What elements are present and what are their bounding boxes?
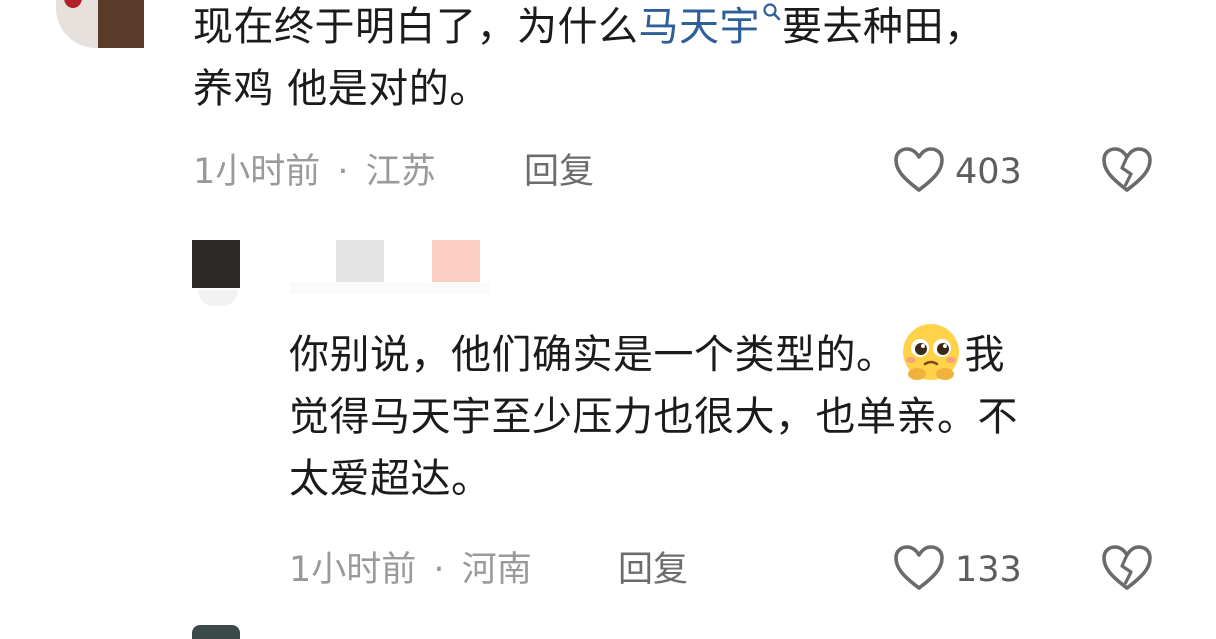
like-icon[interactable] xyxy=(893,544,945,592)
comment-text-segment: 现在终于明白了，为什么 xyxy=(193,4,639,50)
comment-location: 河南 xyxy=(461,550,532,590)
comment-line: 太爱超达。 xyxy=(289,456,492,502)
reply-avatar[interactable] xyxy=(192,240,240,306)
comment-time: 1小时前 xyxy=(289,550,417,590)
comment-location: 江苏 xyxy=(365,152,436,192)
comment-text-segment: 你别说，他们确实是一个类型的。 xyxy=(289,332,897,378)
comment-line: 现在终于明白了，为什么马天宇 要去种田， xyxy=(193,0,1193,58)
meta-separator: · xyxy=(433,550,445,590)
search-icon xyxy=(763,3,781,21)
comment-line: 觉得马天宇至少压力也很大，也单亲。不 xyxy=(289,394,1018,440)
comment-meta: 1小时前 · 江苏 xyxy=(193,152,436,192)
pleading-face-icon xyxy=(902,324,959,380)
comment-time: 1小时前 xyxy=(193,152,321,192)
like-count: 403 xyxy=(955,152,1022,192)
comment-text: 现在终于明白了，为什么马天宇 要去种田， 养鸡 他是对的。 xyxy=(193,0,1193,120)
reply-button[interactable]: 回复 xyxy=(618,550,688,590)
dislike-icon[interactable] xyxy=(1101,544,1153,592)
user-name-placeholder xyxy=(290,282,490,294)
comment-line: 养鸡 他是对的。 xyxy=(193,66,490,112)
search-link[interactable]: 马天宇 xyxy=(638,3,783,50)
comment-text-segment: 要去种田， xyxy=(782,4,985,50)
dislike-icon[interactable] xyxy=(1101,146,1153,194)
like-icon[interactable] xyxy=(893,146,945,194)
user-badge xyxy=(336,240,384,288)
meta-separator: · xyxy=(337,152,349,192)
search-link-label: 马天宇 xyxy=(638,4,760,50)
reply-button[interactable]: 回复 xyxy=(524,152,594,192)
avatar[interactable] xyxy=(56,0,144,48)
comment-meta: 1小时前 · 河南 xyxy=(289,550,532,590)
comment-text: 你别说，他们确实是一个类型的。 我 觉得马天宇至少压力也很大，也单亲。不 太爱超… xyxy=(289,320,1189,510)
like-count: 133 xyxy=(955,550,1022,590)
comment-line: 你别说，他们确实是一个类型的。 我 xyxy=(289,320,1189,386)
comment-text-segment: 我 xyxy=(964,332,1005,378)
user-badge xyxy=(432,240,480,288)
next-reply-avatar[interactable] xyxy=(192,625,240,639)
